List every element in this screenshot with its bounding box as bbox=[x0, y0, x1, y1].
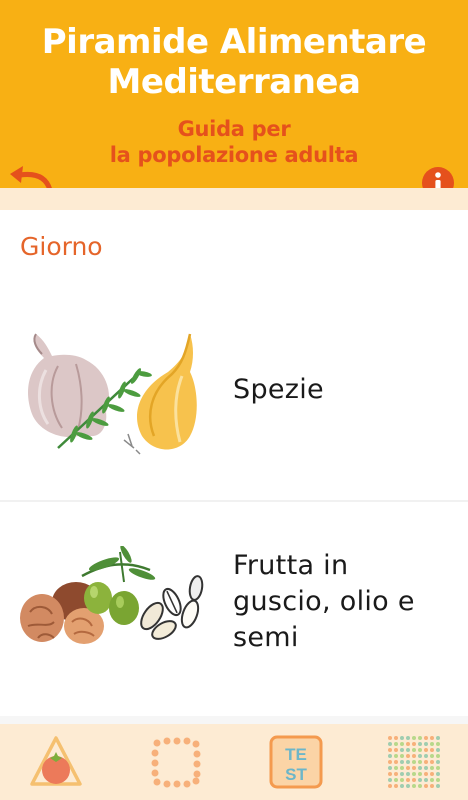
app-subtitle-line-2: la popolazione adulta bbox=[109, 143, 359, 167]
app-subtitle: Guida per la popolazione adulta bbox=[0, 116, 468, 168]
tab-dot-grid[interactable] bbox=[386, 734, 442, 790]
header-strip bbox=[0, 188, 468, 210]
next-item-peek bbox=[0, 716, 468, 724]
tab-dotted-square[interactable] bbox=[148, 734, 204, 790]
list-item-spezie[interactable]: Spezie bbox=[0, 300, 468, 500]
test-icon-line-2: ST bbox=[285, 765, 307, 784]
app-title-line-1: Piramide Alimentare bbox=[41, 22, 427, 62]
list-item-label-line: guscio, olio e bbox=[233, 586, 415, 617]
list-item-label: Frutta in guscio, olio e semi bbox=[233, 548, 415, 656]
list-item-label: Spezie bbox=[233, 372, 324, 408]
dotted-square-icon bbox=[151, 737, 201, 788]
test-icon: TE ST bbox=[269, 735, 323, 789]
app-subtitle-line-1: Guida per bbox=[177, 117, 291, 141]
dot-grid-icon bbox=[388, 736, 440, 788]
pyramid-tomato-icon bbox=[30, 736, 82, 786]
list-item-frutta-in-guscio[interactable]: Frutta in guscio, olio e semi bbox=[0, 502, 468, 716]
list-item-label-line: Spezie bbox=[233, 374, 324, 405]
test-icon-line-1: TE bbox=[285, 745, 307, 764]
list-item-label-line: Frutta in bbox=[233, 550, 349, 581]
list-item-label-line: semi bbox=[233, 622, 299, 653]
app-header: Piramide Alimentare Mediterranea Guida p… bbox=[0, 0, 468, 199]
app-title: Piramide Alimentare Mediterranea bbox=[0, 22, 468, 102]
tab-test[interactable]: TE ST bbox=[268, 734, 324, 790]
app-title-line-2: Mediterranea bbox=[107, 62, 361, 102]
section-title: Giorno bbox=[20, 232, 103, 261]
nuts-oil-seeds-illustration bbox=[20, 546, 204, 644]
spices-illustration bbox=[28, 333, 197, 455]
tab-pyramid[interactable] bbox=[28, 734, 84, 790]
